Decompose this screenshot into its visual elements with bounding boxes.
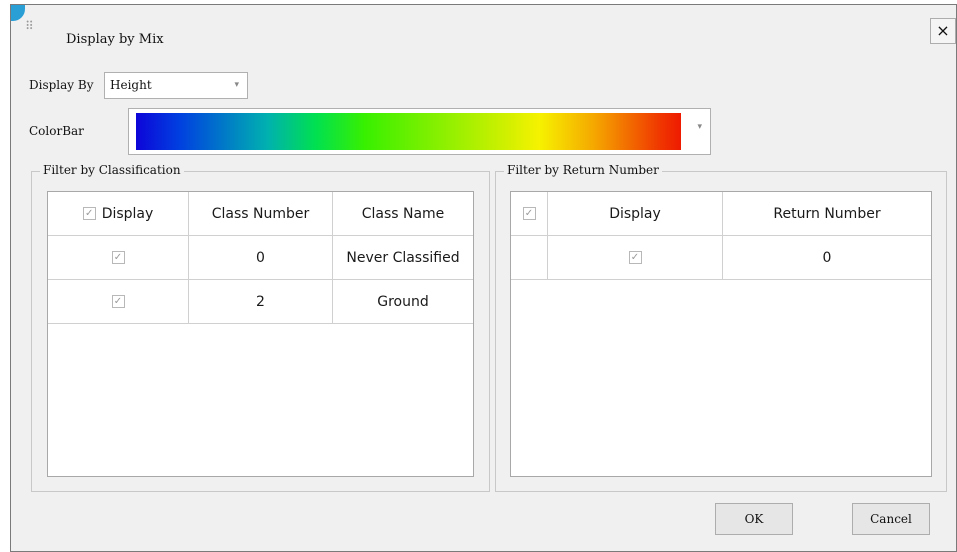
- classification-table[interactable]: ✓ Display Class Number Class Name ✓ 0 Ne…: [47, 191, 474, 477]
- select-all-checkbox[interactable]: ✓: [522, 207, 536, 220]
- class-name-cell: Never Classified: [346, 249, 460, 266]
- display-by-mix-dialog: ⠿ Display by Mix × Display By Height ▾ C…: [10, 4, 957, 552]
- return-number-cell: 0: [822, 249, 832, 266]
- chevron-down-icon: ▾: [697, 122, 702, 132]
- table-row[interactable]: ✓ 0: [511, 236, 931, 280]
- return-number-table[interactable]: ✓ Display Return Number ✓ 0: [510, 191, 932, 477]
- classification-group-title: Filter by Classification: [40, 163, 184, 177]
- return-number-groupbox: Filter by Return Number ✓ Display Return…: [495, 163, 947, 492]
- colorbar-select[interactable]: ▾: [128, 108, 711, 155]
- display-by-label: Display By: [29, 78, 94, 92]
- display-checkbox[interactable]: ✓: [628, 251, 642, 264]
- header-display[interactable]: ✓ Display: [48, 192, 189, 235]
- header-class-number[interactable]: Class Number: [189, 192, 333, 235]
- classification-groupbox: Filter by Classification ✓ Display Class…: [31, 163, 490, 492]
- display-checkbox[interactable]: ✓: [111, 295, 125, 308]
- class-number-cell: 0: [189, 236, 333, 279]
- close-button[interactable]: ×: [930, 18, 956, 44]
- drag-grip-icon[interactable]: ⠿: [25, 19, 34, 33]
- colorbar-label: ColorBar: [29, 124, 84, 138]
- class-number-cell: 2: [189, 280, 333, 323]
- chevron-down-icon: ▾: [234, 80, 239, 90]
- display-by-value: Height: [110, 78, 152, 92]
- return-number-header-row: ✓ Display Return Number: [511, 192, 931, 236]
- class-name-cell: Ground: [377, 293, 429, 310]
- header-display[interactable]: Display: [548, 192, 723, 235]
- select-all-checkbox[interactable]: ✓: [82, 207, 96, 220]
- header-class-name[interactable]: Class Name: [333, 192, 473, 235]
- colorbar-gradient: [136, 113, 681, 150]
- display-by-select[interactable]: Height ▾: [104, 72, 248, 99]
- table-row[interactable]: ✓ 0 Never Classified: [48, 236, 473, 280]
- ok-button[interactable]: OK: [715, 503, 793, 535]
- display-checkbox[interactable]: ✓: [111, 251, 125, 264]
- header-return-number[interactable]: Return Number: [723, 192, 931, 235]
- dialog-title: Display by Mix: [66, 32, 164, 47]
- return-number-group-title: Filter by Return Number: [504, 163, 662, 177]
- app-corner-icon: [11, 5, 25, 21]
- cancel-button[interactable]: Cancel: [852, 503, 930, 535]
- classification-header-row: ✓ Display Class Number Class Name: [48, 192, 473, 236]
- table-row[interactable]: ✓ 2 Ground: [48, 280, 473, 324]
